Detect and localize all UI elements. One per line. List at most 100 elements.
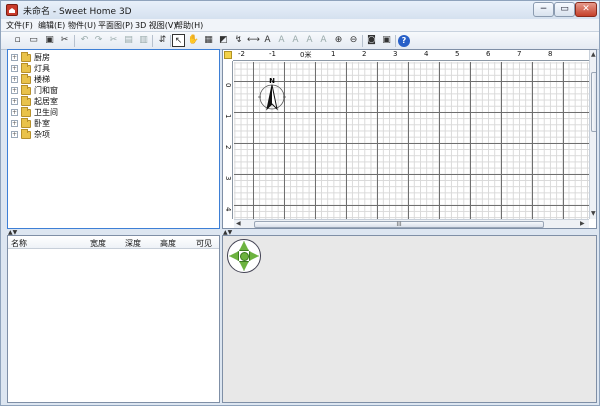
catalog-category-label: 灯具 [34,64,50,73]
scroll-left-icon[interactable]: ◀ [236,220,241,227]
menu-help[interactable]: 帮助(H) [175,20,203,31]
create-walls-icon[interactable]: ▦ [202,34,215,47]
folder-icon [21,62,31,73]
toolbar-separator [395,35,396,47]
close-button[interactable]: ✕ [575,2,597,17]
create-polylines-icon[interactable]: ↯ [232,34,245,47]
text-bold-icon[interactable]: A [289,34,302,47]
app-window: 未命名 - Sweet Home 3D − ▭ ✕ 文件(F) 编辑(E) 物件… [0,0,600,406]
toolbar-separator [74,35,75,47]
folder-icon [21,84,31,95]
ruler-label: 3 [224,176,232,181]
column-header-width[interactable]: 宽度 [90,238,106,249]
turn-right-icon[interactable] [249,251,259,261]
folder-icon [21,95,31,106]
catalog-category[interactable]: + 起居室 [11,95,58,107]
expand-icon[interactable]: + [11,120,18,127]
catalog-category[interactable]: + 楼梯 [11,73,50,85]
column-header-visible[interactable]: 可见 [196,238,212,249]
scroll-up-icon[interactable]: ▲ [591,51,596,58]
cut-icon[interactable]: ✂ [58,34,71,47]
column-header-depth[interactable]: 深度 [125,238,141,249]
plan-vertical-scrollbar[interactable]: ▲ ▼ [589,50,596,219]
create-labels-icon[interactable]: A [261,34,274,47]
create-photo-icon[interactable]: ◙ [365,34,378,47]
minimize-button[interactable]: − [533,2,554,17]
ruler-top: -2 -1 0米 1 2 3 4 5 6 7 8 [233,50,589,61]
ruler-label: 3 [393,50,398,58]
menu-file[interactable]: 文件(F) [6,20,33,31]
expand-icon[interactable]: + [11,65,18,72]
expand-icon[interactable]: + [11,109,18,116]
plan-view[interactable]: -2 -1 0米 1 2 3 4 5 6 7 8 0米 1 2 3 4 N [222,49,597,229]
column-header-name[interactable]: 名称 [11,238,27,249]
column-header-height[interactable]: 高度 [160,238,176,249]
catalog-category[interactable]: + 厨房 [11,51,50,63]
plan-horizontal-scrollbar[interactable]: ◀ III ▶ [234,219,589,228]
add-furniture-icon[interactable]: ⇵ [156,34,169,47]
toolbar-separator [170,35,171,47]
menu-3d-view[interactable]: 3D 视图(V) [135,20,177,31]
menu-furniture[interactable]: 物件(U) [68,20,96,31]
ruler-label: 4 [424,50,429,58]
expand-icon[interactable]: + [11,87,18,94]
plan-corner-icon [224,51,232,59]
zoom-in-icon[interactable]: ⊕ [332,34,345,47]
expand-icon[interactable]: + [11,54,18,61]
3d-view[interactable] [222,235,597,403]
paste-icon[interactable]: ▥ [137,34,150,47]
decrease-text-icon[interactable]: A [317,34,330,47]
zoom-out-icon[interactable]: ⊖ [347,34,360,47]
ruler-label: 7 [517,50,522,58]
catalog-category[interactable]: + 杂项 [11,128,50,140]
furniture-catalog-tree[interactable]: + 厨房 + 灯具 + 楼梯 + 门和窗 + 起居室 + 卫生间 + 卧室 + 杂项 [7,49,220,229]
expand-icon[interactable]: + [11,98,18,105]
maximize-button[interactable]: ▭ [554,2,575,17]
compass-icon[interactable]: N [254,76,290,112]
catalog-category[interactable]: + 卫生间 [11,106,58,118]
folder-icon [21,51,31,62]
folder-icon [21,128,31,139]
undo-icon[interactable]: ↶ [78,34,91,47]
catalog-category[interactable]: + 门和窗 [11,84,58,96]
save-icon[interactable]: ▣ [43,34,56,47]
new-icon[interactable]: ▫ [11,34,24,47]
expand-icon[interactable]: + [11,76,18,83]
create-rooms-icon[interactable]: ◩ [217,34,230,47]
create-dimensions-icon[interactable]: ⟷ [247,34,260,47]
menu-bar: 文件(F) 编辑(E) 物件(U) 平面图(P) 3D 视图(V) 帮助(H) [1,19,599,32]
menu-edit[interactable]: 编辑(E) [38,20,65,31]
cut-edit-icon[interactable]: ✂ [107,34,120,47]
catalog-category[interactable]: + 灯具 [11,62,50,74]
turn-left-icon[interactable] [229,251,239,261]
catalog-category-label: 卫生间 [34,108,58,117]
catalog-category-label: 门和窗 [34,86,58,95]
select-icon[interactable]: ↖ [172,34,185,47]
scroll-right-icon[interactable]: ▶ [580,220,585,227]
furniture-table[interactable]: 名称 宽度 深度 高度 可见 [7,235,220,403]
expand-icon[interactable]: + [11,131,18,138]
move-forward-icon[interactable] [239,241,249,251]
move-backward-icon[interactable] [239,261,249,271]
text-style-icon[interactable]: A [275,34,288,47]
folder-icon [21,73,31,84]
redo-icon[interactable]: ↷ [92,34,105,47]
menu-plan[interactable]: 平面图(P) [98,20,133,31]
compass-north-label: N [269,77,275,85]
create-video-icon[interactable]: ▣ [380,34,393,47]
app-house-icon [6,4,18,16]
scroll-down-icon[interactable]: ▼ [591,210,596,217]
ruler-label: -2 [238,50,245,58]
navigation-center-icon[interactable] [240,252,249,261]
3d-navigation-pad[interactable] [227,239,261,273]
catalog-category[interactable]: + 卧室 [11,117,50,129]
pan-icon[interactable]: ✋ [187,34,200,47]
ruler-label: 0米 [224,83,232,88]
increase-text-icon[interactable]: A [303,34,316,47]
ruler-label: 2 [362,50,367,58]
scroll-thumb[interactable] [591,72,596,132]
open-icon[interactable]: ▭ [27,34,40,47]
copy-icon[interactable]: ▤ [122,34,135,47]
help-icon[interactable]: ? [398,35,410,47]
scroll-thumb[interactable]: III [254,221,544,228]
